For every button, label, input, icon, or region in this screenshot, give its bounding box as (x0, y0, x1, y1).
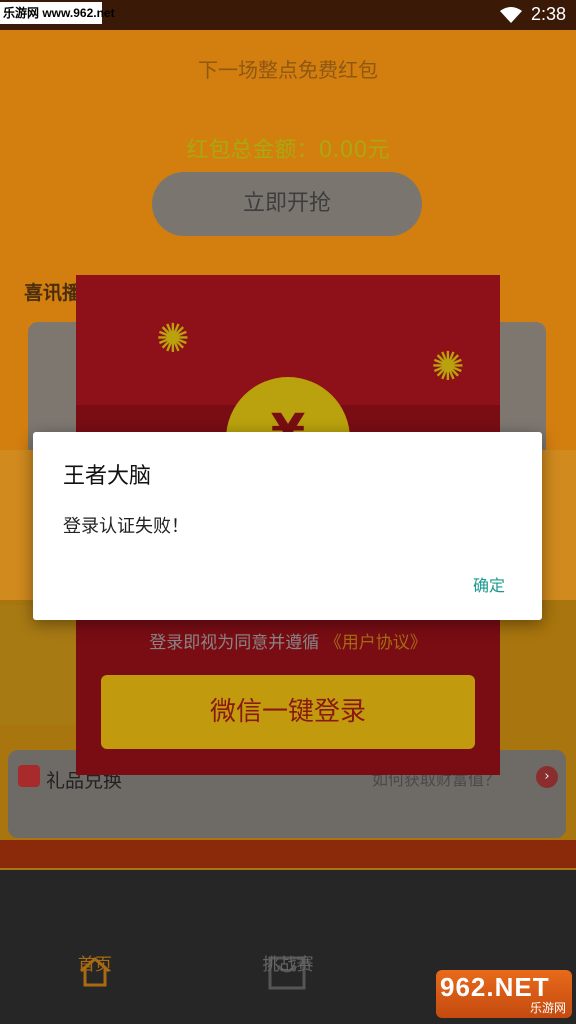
nav-challenge[interactable]: 挑战赛 (228, 950, 348, 975)
confirm-button[interactable]: 确定 (473, 572, 505, 596)
wifi-icon (500, 7, 522, 23)
dialog-title: 王者大脑 (63, 464, 152, 489)
wechat-login-button[interactable]: 微信一键登录 (101, 675, 475, 749)
diamond-icon (18, 765, 40, 787)
dialog-message: 登录认证失败！ (63, 516, 189, 537)
news-title: 喜讯播 (24, 282, 82, 304)
next-packet-label: 下一场整点免费红包 (198, 58, 378, 82)
alert-dialog: 王者大脑 登录认证失败！ 确定 (33, 432, 542, 620)
chevron-right-icon[interactable]: › (536, 766, 558, 788)
status-bar: 乐游网 www.962.net 2:38 (0, 0, 576, 30)
watermark-badge: 962.NET 乐游网 (436, 970, 572, 1018)
watermark-logo: 乐游网 www.962.net (0, 2, 115, 24)
sparkle-icon: ✺ (156, 316, 190, 362)
total-amount-label: 红包总金额：0.00元 (186, 138, 390, 163)
user-agreement-link[interactable]: 《用户协议》 (325, 633, 427, 653)
clock: 2:38 (530, 4, 566, 24)
nav-home[interactable]: 首页 (35, 950, 155, 975)
app-screen: 乐游网 www.962.net 2:38 下一场整点免费红包 红包总金额：0.0… (0, 0, 576, 1024)
red-band (0, 840, 576, 868)
grab-now-button[interactable]: 立即开抢 (152, 172, 422, 236)
agree-label: 登录即视为同意并遵循 (149, 633, 320, 653)
agreement-text: 登录即视为同意并遵循 《用户协议》 (76, 628, 500, 653)
watermark-small: 乐游网 (529, 1001, 566, 1015)
sparkle-icon: ✺ (431, 344, 465, 390)
